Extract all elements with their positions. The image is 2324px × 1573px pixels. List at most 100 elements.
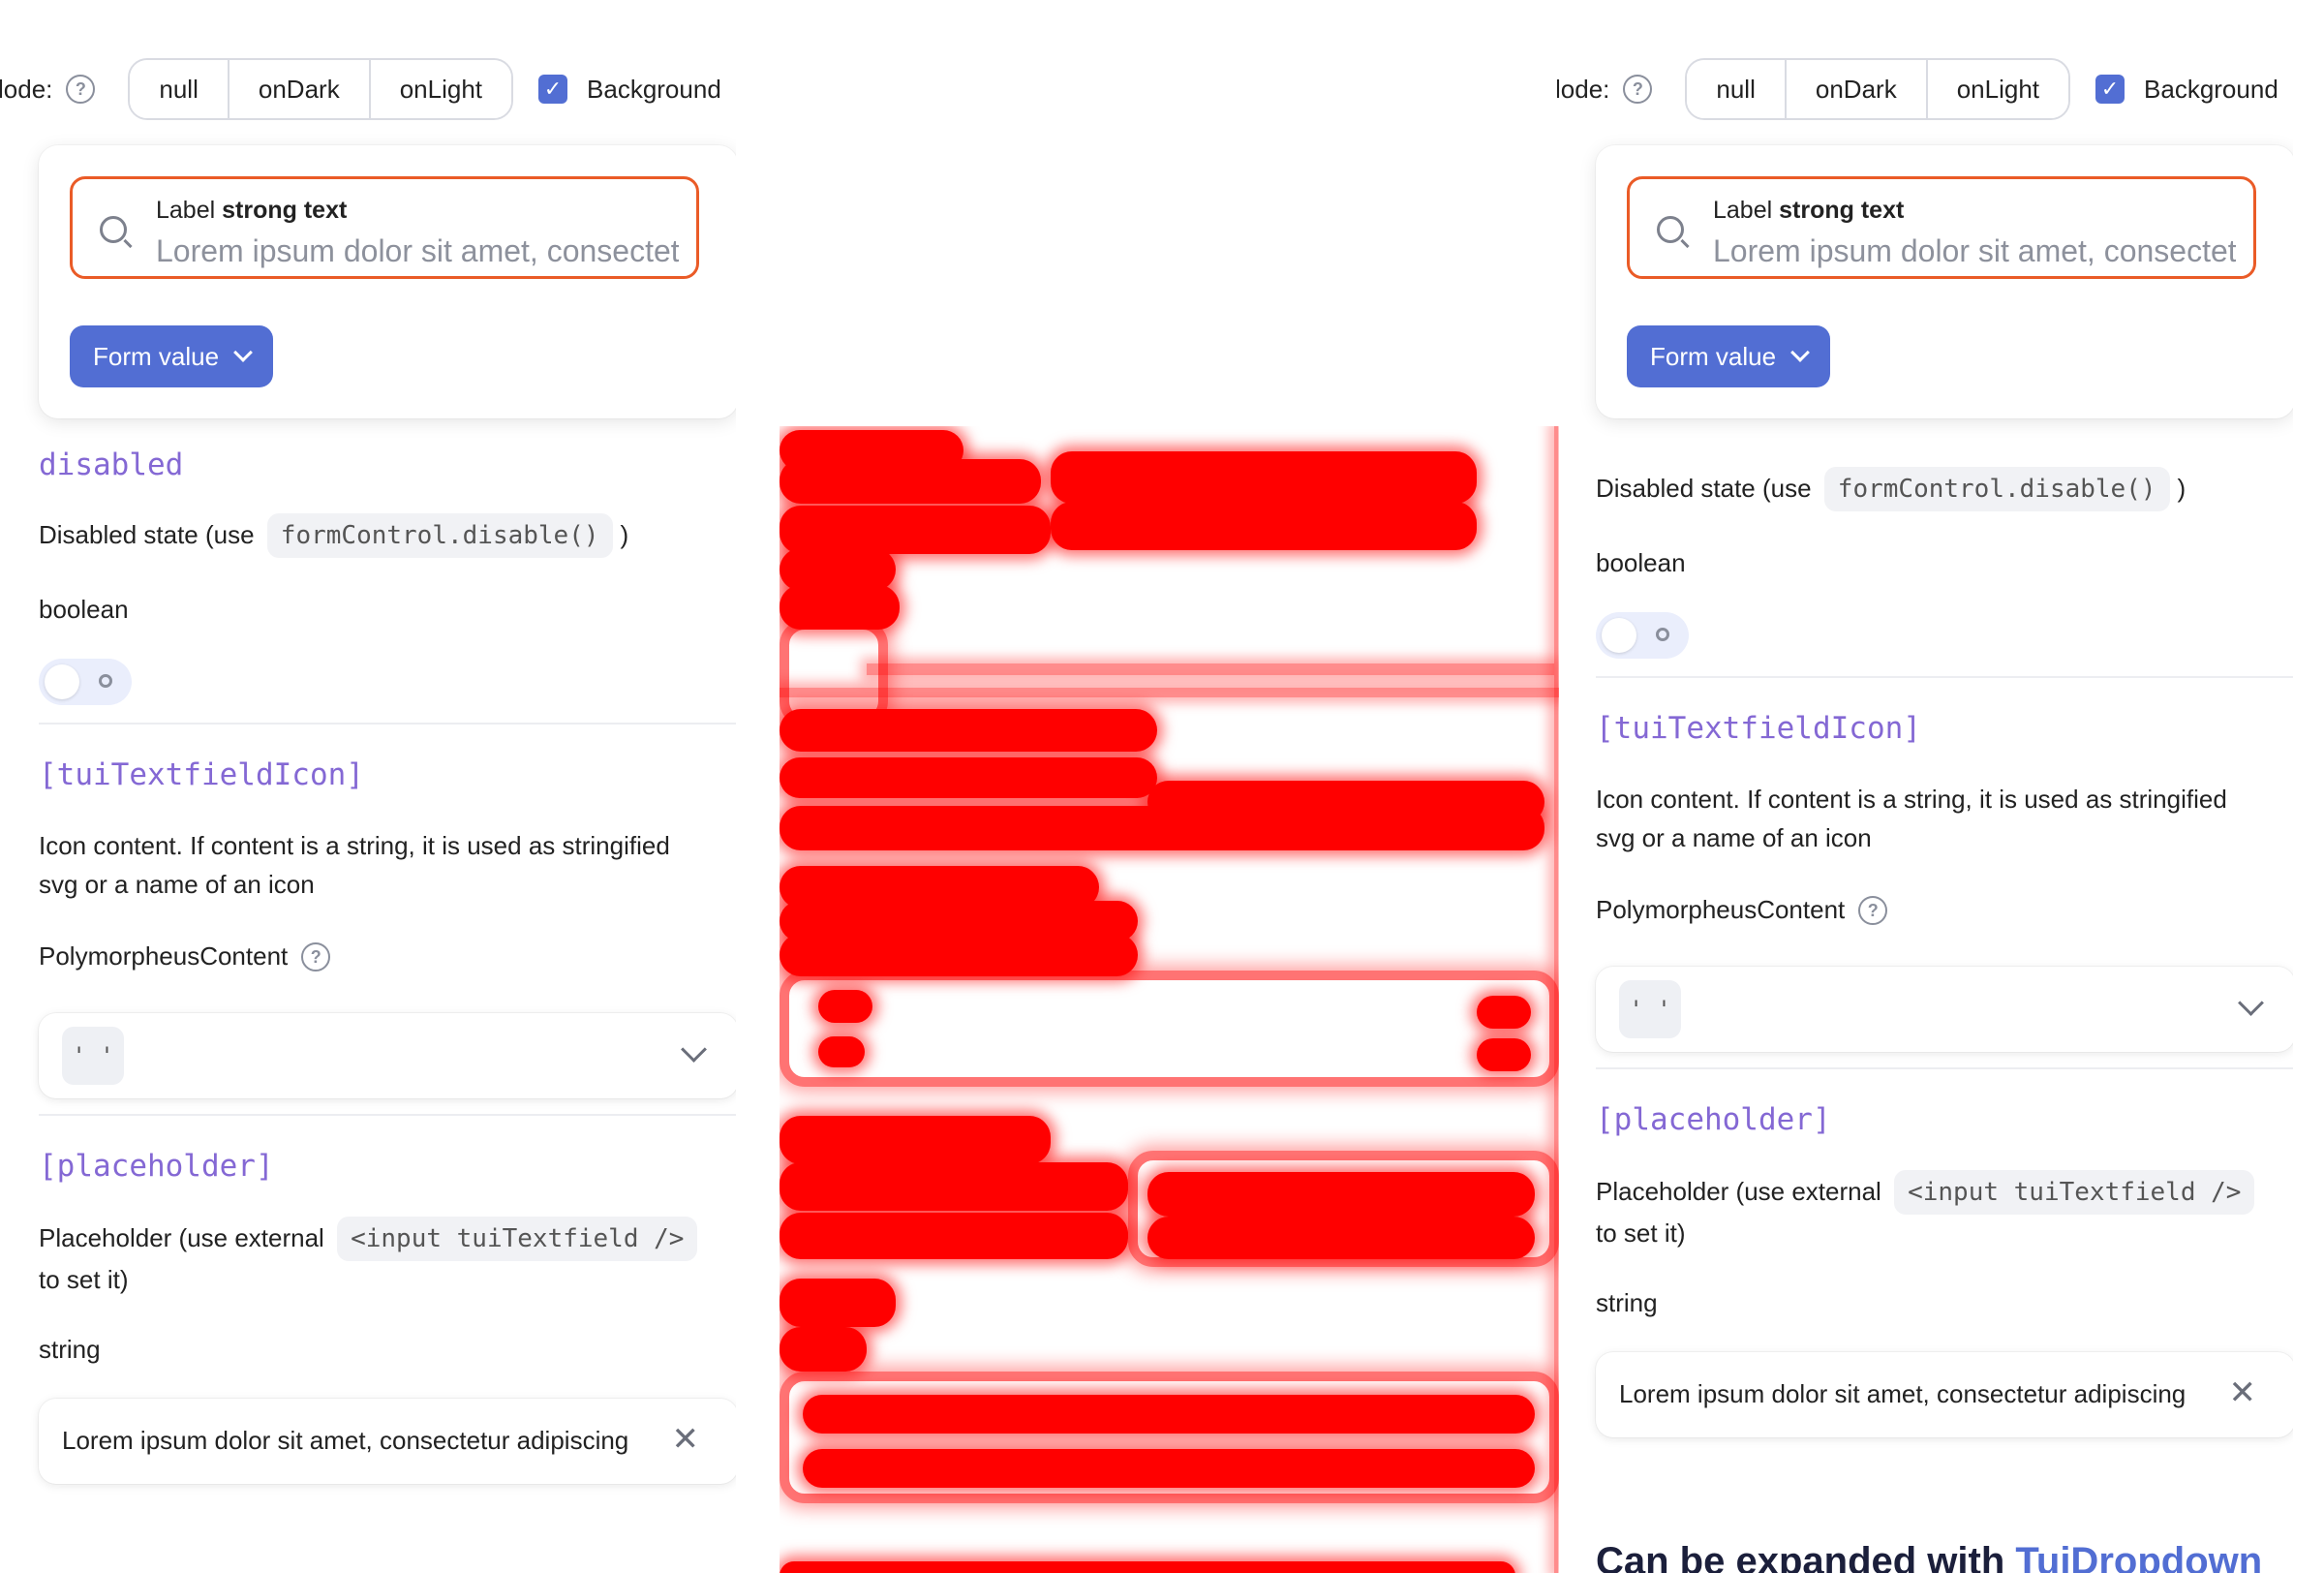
chevron-down-icon — [233, 343, 253, 362]
icon-desc-line1: Icon content. If content is a string, it… — [1596, 785, 2227, 814]
checkmark-icon: ✓ — [2095, 75, 2125, 104]
divider — [39, 723, 736, 725]
redaction-block — [1477, 1038, 1531, 1071]
demo-panel-left: lode: ? null onDark onLight ✓ Background… — [0, 0, 736, 1573]
form-value-label: Form value — [93, 341, 220, 371]
disabled-title: disabled — [39, 447, 184, 482]
toggle-off-icon — [1656, 628, 1669, 641]
redaction-block — [818, 1036, 865, 1067]
mode-segmented-control: null onDark onLight — [128, 58, 514, 120]
mode-label: lode: — [1557, 74, 1610, 104]
mode-label: lode: — [0, 74, 53, 104]
redaction-block — [780, 709, 1157, 752]
disabled-desc-suffix: ) — [620, 520, 629, 549]
help-icon[interactable]: ? — [1623, 75, 1653, 104]
placeholder-input[interactable]: Lorem ipsum dolor sit amet, consectetur … — [39, 1399, 736, 1484]
icon-type: PolymorpheusContent? — [39, 941, 331, 972]
placeholder-desc: Placeholder (use external <input tuiText… — [39, 1217, 705, 1261]
mode-ondark-button[interactable]: onDark — [229, 60, 371, 118]
placeholder-desc-text: Placeholder (use external — [39, 1223, 324, 1252]
mode-onlight-button[interactable]: onLight — [1927, 60, 2069, 118]
label-prefix: Label — [156, 197, 216, 224]
disabled-code: formControl.disable() — [266, 513, 613, 558]
form-value-label: Form value — [1650, 341, 1777, 371]
redaction-block — [780, 1327, 867, 1372]
textfield-label: Label strong text — [1713, 197, 1904, 225]
icon-type-text: PolymorpheusContent — [1596, 895, 1846, 924]
mode-null-button[interactable]: null — [1687, 60, 1787, 118]
demo-card: Label strong text Lorem ipsum dolor sit … — [1596, 145, 2293, 418]
disabled-type: boolean — [1596, 548, 1686, 577]
toggle-knob — [45, 664, 79, 699]
mode-onlight-button[interactable]: onLight — [370, 60, 512, 118]
checkmark-icon: ✓ — [538, 75, 568, 104]
disabled-toggle[interactable] — [39, 659, 132, 705]
placeholder-input[interactable]: Lorem ipsum dolor sit amet, consectetur … — [1596, 1352, 2293, 1437]
label-strong: strong text — [1779, 197, 1905, 224]
placeholder-title: [placeholder] — [1596, 1102, 1831, 1137]
icon-select[interactable]: ' ' — [39, 1013, 736, 1098]
disabled-desc-suffix: ) — [2177, 474, 2186, 503]
help-icon[interactable]: ? — [66, 75, 96, 104]
mode-null-button[interactable]: null — [130, 60, 229, 118]
section-heading: Can be expanded with TuiDropdown — [1596, 1540, 2262, 1573]
divider — [1596, 1067, 2293, 1069]
select-value-chip: ' ' — [62, 1027, 124, 1085]
chevron-down-icon — [1790, 343, 1810, 362]
redaction-block — [1147, 1172, 1535, 1217]
mode-segmented-control: null onDark onLight — [1685, 58, 2071, 120]
label-strong: strong text — [222, 197, 348, 224]
redaction-block — [780, 506, 1051, 554]
disabled-description: Disabled state (use formControl.disable(… — [39, 513, 628, 558]
textfield[interactable]: Label strong text Lorem ipsum dolor sit … — [1627, 176, 2256, 279]
textfield-placeholder: Lorem ipsum dolor sit amet, consectetur … — [1713, 233, 2236, 268]
background-checkbox[interactable]: ✓ Background — [538, 75, 721, 105]
redaction-block — [780, 459, 1041, 504]
redaction-block — [1147, 1217, 1535, 1259]
redaction-block — [803, 1449, 1535, 1488]
heading-text: Can be expanded with — [1596, 1540, 2005, 1573]
disabled-desc-text: Disabled state (use — [1596, 474, 1812, 503]
mode-row: lode: ? null onDark onLight ✓ Background — [1557, 58, 2278, 120]
icon-type: PolymorpheusContent? — [1596, 895, 1888, 925]
demo-panel-right: lode: ? null onDark onLight ✓ Background… — [1557, 0, 2293, 1573]
disabled-toggle[interactable] — [1596, 612, 1689, 659]
textfield[interactable]: Label strong text Lorem ipsum dolor sit … — [70, 176, 699, 279]
chevron-down-icon — [681, 1036, 707, 1063]
redaction-block — [1477, 996, 1531, 1029]
redaction-block — [780, 1561, 1515, 1573]
select-value-chip: ' ' — [1619, 980, 1681, 1038]
disabled-desc-text: Disabled state (use — [39, 520, 255, 549]
background-label: Background — [587, 74, 721, 104]
redaction-block — [780, 806, 1544, 850]
redaction-block — [780, 757, 1157, 798]
tuidropdown-link[interactable]: TuiDropdown — [2015, 1540, 2262, 1573]
redaction-block — [780, 1279, 896, 1327]
icon-select[interactable]: ' ' — [1596, 967, 2293, 1052]
form-value-button[interactable]: Form value — [1627, 325, 1831, 387]
redaction-block — [818, 990, 872, 1023]
placeholder-type: string — [39, 1335, 101, 1364]
placeholder-value: Lorem ipsum dolor sit amet, consectetur … — [1619, 1379, 2186, 1408]
form-value-button[interactable]: Form value — [70, 325, 274, 387]
redaction-line — [867, 663, 1554, 675]
close-icon[interactable]: ✕ — [672, 1420, 700, 1459]
mode-ondark-button[interactable]: onDark — [1786, 60, 1928, 118]
redaction-block — [1051, 502, 1477, 550]
redaction-block — [780, 1162, 1128, 1211]
background-checkbox[interactable]: ✓ Background — [2095, 75, 2278, 105]
placeholder-desc-text: Placeholder (use external — [1596, 1177, 1881, 1206]
placeholder-desc: Placeholder (use external <input tuiText… — [1596, 1170, 2262, 1215]
icon-desc-line2: svg or a name of an icon — [1596, 823, 1872, 852]
help-icon[interactable]: ? — [1858, 895, 1888, 925]
close-icon[interactable]: ✕ — [2229, 1373, 2257, 1412]
icon-title: [tuiTextfieldIcon] — [39, 757, 364, 792]
redaction-block — [780, 1213, 1128, 1259]
icon-title: [tuiTextfieldIcon] — [1596, 711, 1921, 746]
disabled-code: formControl.disable() — [1823, 467, 2170, 511]
label-prefix: Label — [1713, 197, 1773, 224]
search-icon — [1657, 216, 1684, 243]
help-icon[interactable]: ? — [301, 941, 331, 972]
demo-card: Label strong text Lorem ipsum dolor sit … — [39, 145, 736, 418]
placeholder-title: [placeholder] — [39, 1149, 274, 1184]
